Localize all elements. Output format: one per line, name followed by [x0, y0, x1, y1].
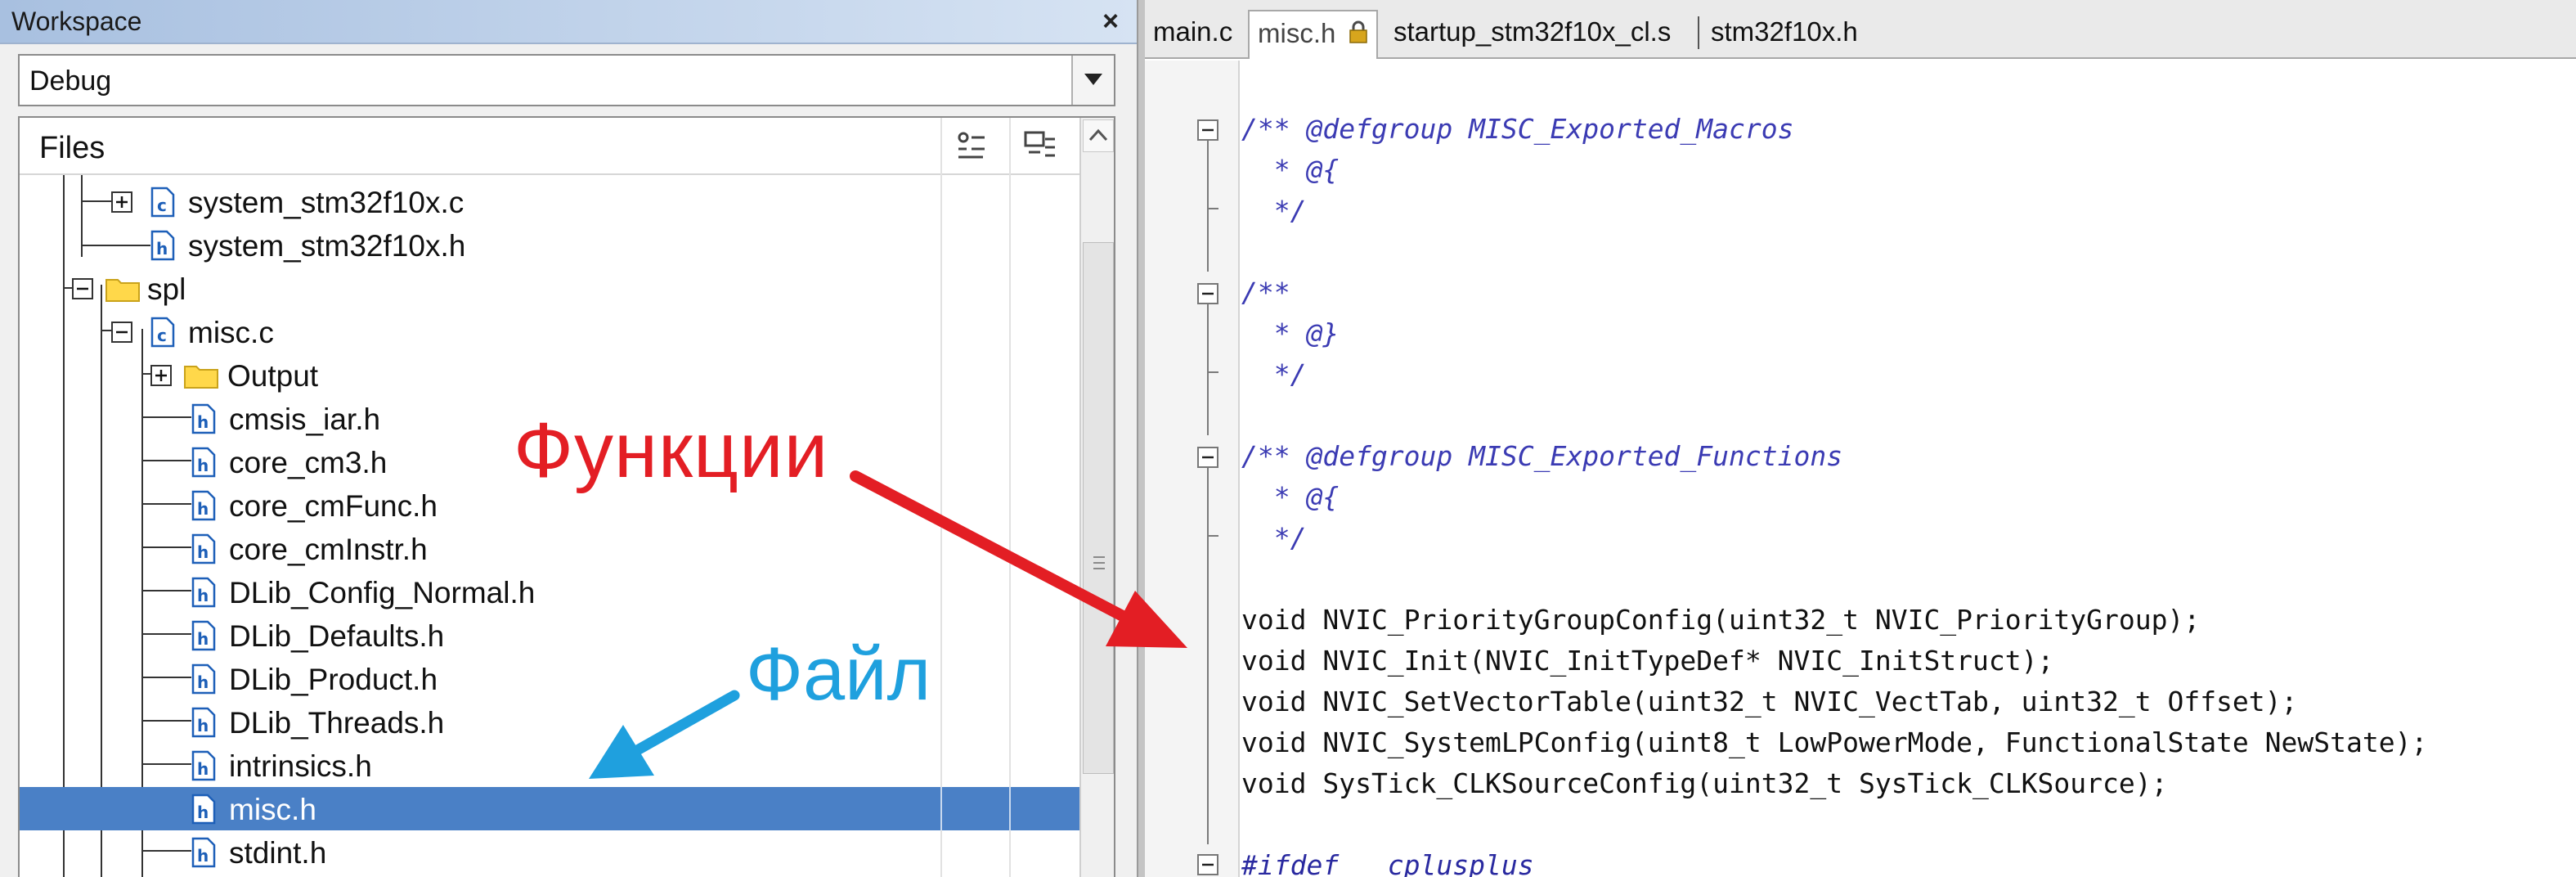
red-arrow [850, 470, 1187, 648]
annotation-arrows [589, 470, 1187, 779]
blue-arrow [589, 690, 740, 779]
functions-annotation: Функции [514, 407, 829, 494]
file-annotation: Файл [746, 632, 931, 716]
